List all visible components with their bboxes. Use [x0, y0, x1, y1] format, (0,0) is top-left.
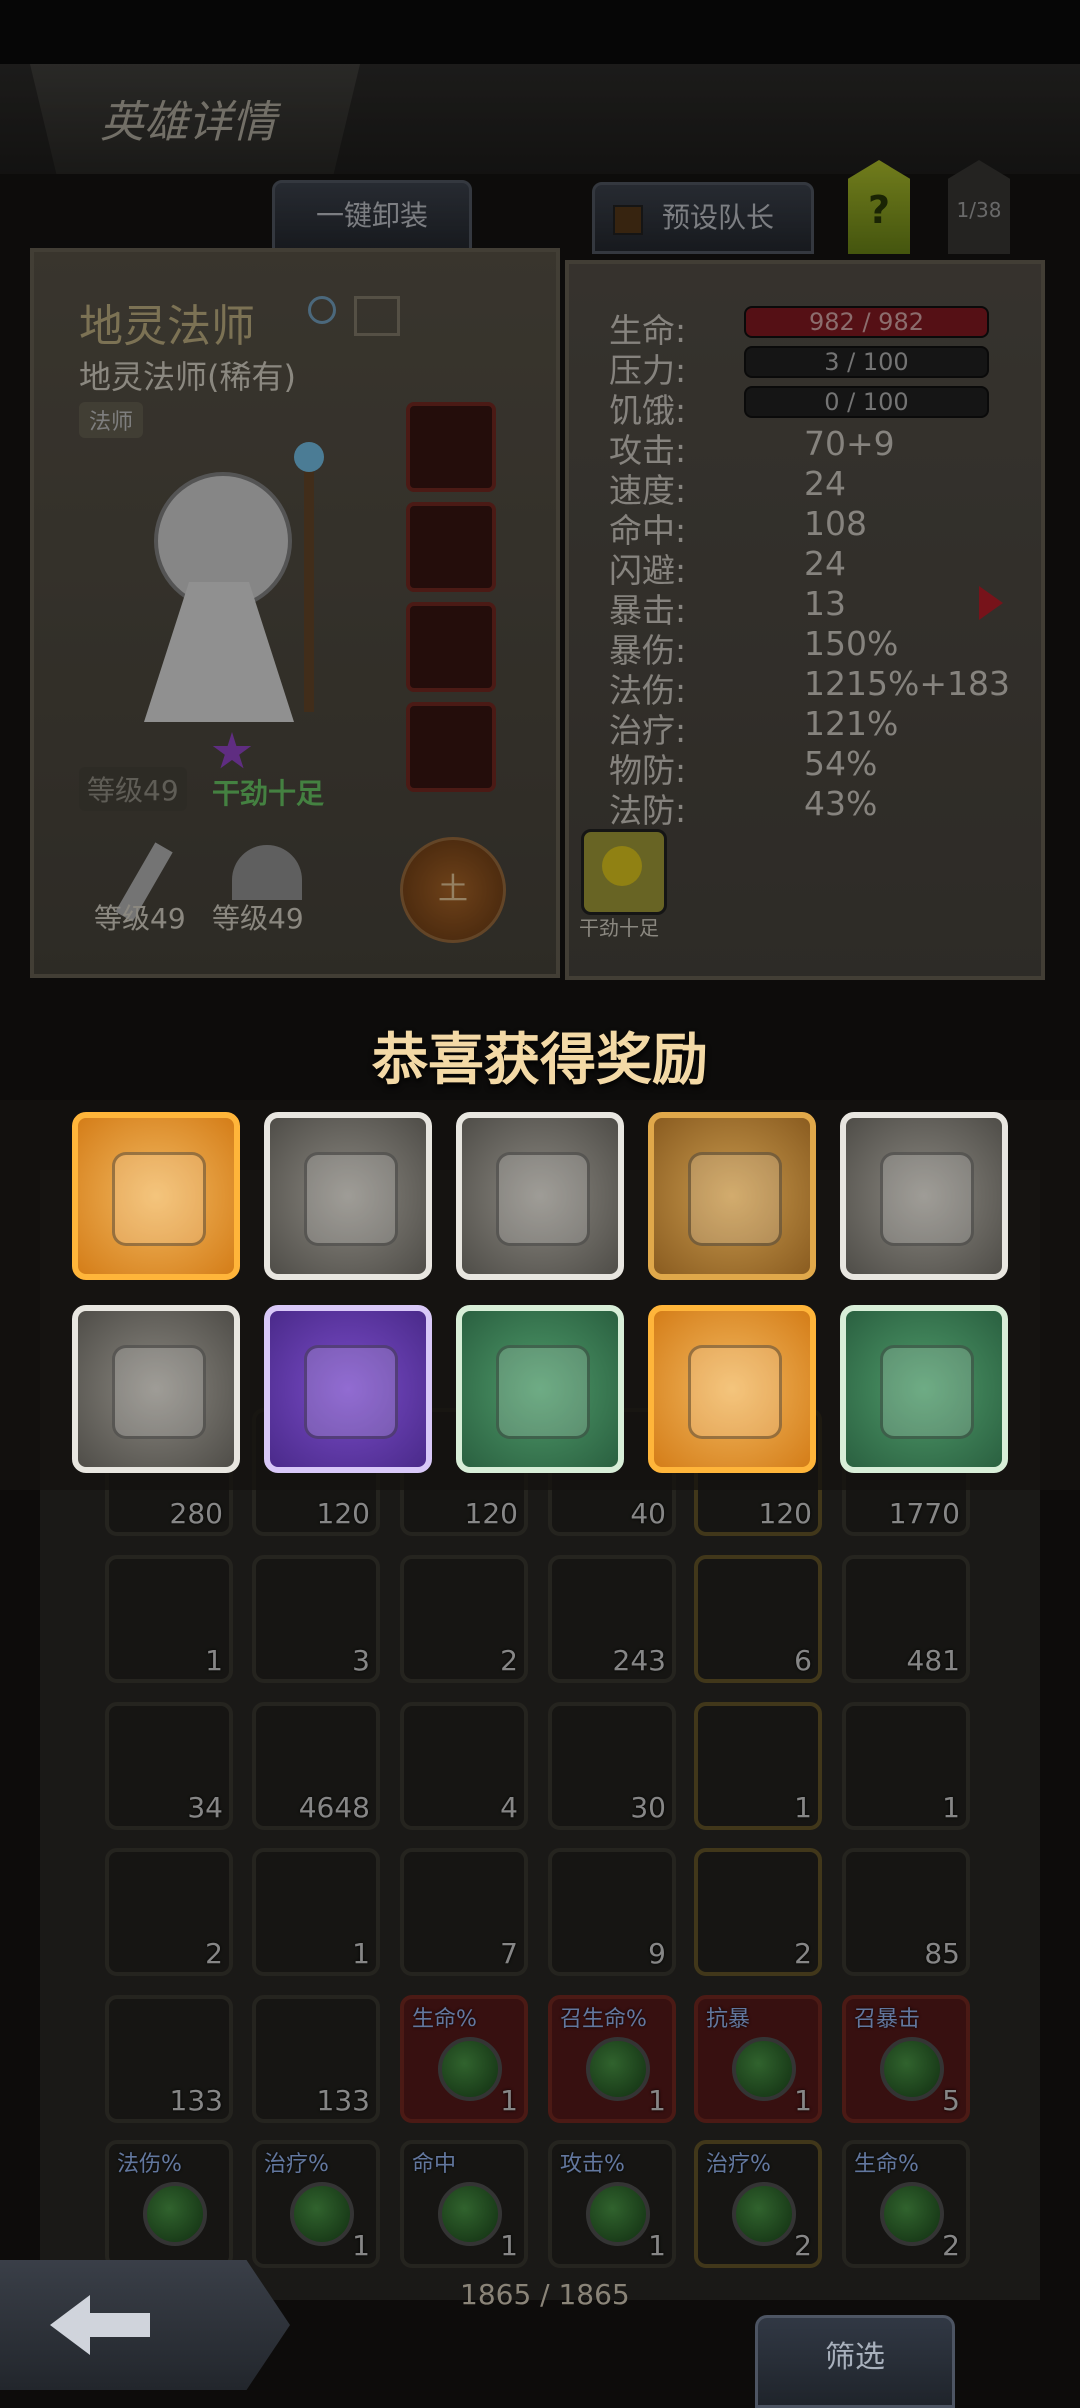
- reward-item[interactable]: [264, 1305, 432, 1473]
- reward-item[interactable]: [840, 1112, 1008, 1280]
- dark-armor-icon: [304, 1345, 398, 1439]
- boots-icon: [112, 1345, 206, 1439]
- reward-title: 恭喜获得奖励: [372, 1028, 708, 1093]
- spellbook-icon: [496, 1152, 590, 1246]
- axe-icon: [688, 1345, 782, 1439]
- reward-item[interactable]: [72, 1112, 240, 1280]
- reward-item[interactable]: [648, 1112, 816, 1280]
- ring-icon: [880, 1345, 974, 1439]
- crystal-helmet-icon: [688, 1152, 782, 1246]
- plate-armor-icon: [496, 1345, 590, 1439]
- reward-item[interactable]: [648, 1305, 816, 1473]
- item-count: 1865 / 1865: [460, 2278, 630, 2311]
- medkit-icon: [112, 1152, 206, 1246]
- reward-item[interactable]: [456, 1305, 624, 1473]
- reward-item[interactable]: [456, 1112, 624, 1280]
- sword-icon: [880, 1152, 974, 1246]
- filter-button[interactable]: 筛选: [755, 2315, 955, 2408]
- spellbook-icon: [304, 1152, 398, 1246]
- reward-item[interactable]: [72, 1305, 240, 1473]
- back-button[interactable]: [0, 2260, 290, 2390]
- reward-item[interactable]: [264, 1112, 432, 1280]
- back-arrow-icon: [50, 2295, 150, 2355]
- reward-item[interactable]: [840, 1305, 1008, 1473]
